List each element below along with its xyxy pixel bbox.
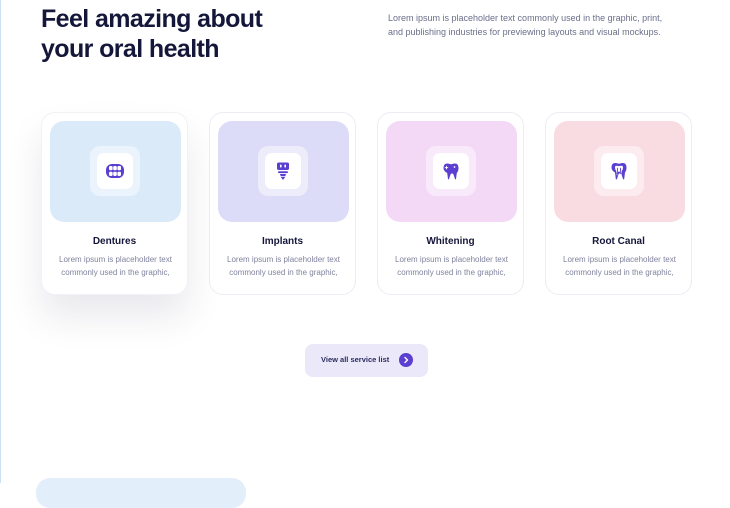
service-card-art	[554, 121, 685, 222]
service-card-title: Root Canal	[592, 236, 645, 247]
dentures-icon	[106, 164, 124, 178]
service-card-title: Whitening	[426, 236, 475, 247]
left-edge-rule	[0, 0, 1, 483]
service-card-description: Lorem ipsum is placeholder text commonly…	[563, 255, 676, 277]
service-card-dentures[interactable]: Dentures Lorem ipsum is placeholder text…	[41, 112, 188, 295]
page-title: Feel amazing about your oral health	[41, 4, 301, 64]
icon-frame	[90, 146, 140, 196]
service-card-art	[218, 121, 349, 222]
icon-frame	[594, 146, 644, 196]
services-grid: Dentures Lorem ipsum is placeholder text…	[41, 112, 693, 296]
icon-frame	[258, 146, 308, 196]
service-card-whitening[interactable]: Whitening Lorem ipsum is placeholder tex…	[377, 112, 524, 295]
tooth-sparkle-icon	[443, 163, 459, 180]
root-canal-icon	[611, 162, 627, 180]
view-all-services-label: View all service list	[321, 355, 390, 364]
icon-badge	[265, 153, 301, 189]
service-card-implants[interactable]: Implants Lorem ipsum is placeholder text…	[209, 112, 356, 295]
icon-frame	[426, 146, 476, 196]
service-card-title: Dentures	[92, 236, 137, 247]
page-title-line-2: your oral health	[41, 35, 220, 63]
view-all-services-button[interactable]: View all service list	[305, 344, 428, 377]
arrow-circle	[399, 353, 413, 367]
service-card-art	[386, 121, 517, 222]
page-title-line-1: Feel amazing about	[41, 5, 263, 33]
icon-badge	[601, 153, 637, 189]
service-card-description: Lorem ipsum is placeholder text commonly…	[227, 255, 340, 277]
chevron-right-icon	[404, 356, 409, 364]
icon-badge	[97, 153, 133, 189]
icon-badge	[433, 153, 469, 189]
implant-icon	[277, 162, 289, 180]
service-card-description: Lorem ipsum is placeholder text commonly…	[395, 255, 508, 277]
hero-description: Lorem ipsum is placeholder text commonly…	[388, 13, 663, 38]
service-card-title: Implants	[261, 236, 304, 247]
service-card-art	[50, 121, 181, 222]
service-card-root-canal[interactable]: Root Canal Lorem ipsum is placeholder te…	[545, 112, 692, 295]
service-card-description: Lorem ipsum is placeholder text commonly…	[59, 255, 172, 277]
